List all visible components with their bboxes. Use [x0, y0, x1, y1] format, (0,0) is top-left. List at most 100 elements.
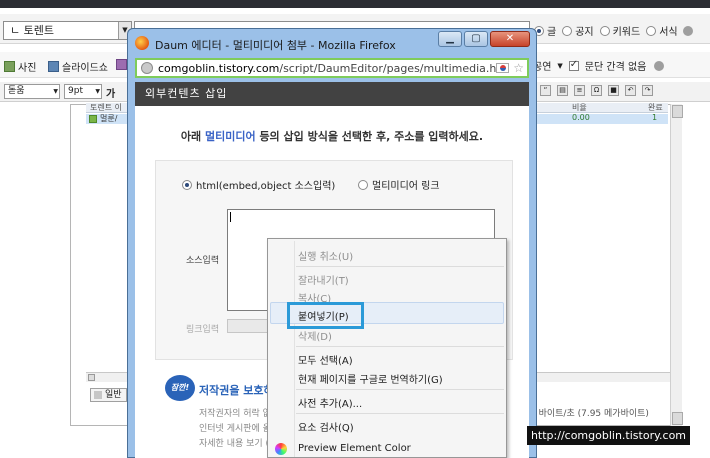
minimize-button[interactable]: ▁ — [438, 31, 462, 47]
radio-label: 공지 — [575, 27, 594, 38]
paragraph-spacing-checkbox[interactable] — [568, 59, 579, 71]
radio-label: 키워드 — [612, 27, 641, 38]
photo-label: 사진 — [18, 63, 37, 74]
menu-item-cut[interactable]: 잘라내기(T) — [298, 272, 349, 287]
radio-link-label: 멀티미디어 링크 — [372, 181, 440, 192]
radio-html-source[interactable]: html(embed,object 소스입력) — [182, 177, 335, 192]
slideshow-icon — [48, 61, 59, 72]
menu-item-preview-color[interactable]: Preview Element Color — [298, 443, 411, 454]
font-select[interactable]: 돋움 ▼ — [4, 84, 60, 99]
transfer-status: 0 바이트/초 (7.95 메가바이트) — [530, 409, 649, 419]
status-icon — [89, 115, 97, 123]
undo-icon[interactable]: ↶ — [625, 85, 636, 96]
column-header[interactable]: 토렌트 이 — [90, 102, 122, 113]
firefox-logo-icon — [135, 36, 149, 50]
instruction-post: 등의 삽입 방식을 선택한 후, 주소를 입력하세요. — [255, 130, 484, 143]
window-controls: ▁ ▢ ✕ — [438, 31, 530, 47]
menu-item-translate[interactable]: 현재 페이지를 구글로 번역하기(G) — [298, 371, 443, 386]
chevron-down-icon: ▼ — [53, 88, 58, 95]
close-button[interactable]: ✕ — [490, 31, 530, 47]
photo-icon — [4, 61, 15, 72]
link-input-label: 링크입력 — [186, 325, 220, 335]
font-select-value: 돋움 — [8, 86, 25, 96]
radio-dot-icon — [599, 25, 610, 36]
radio-keyword[interactable]: 키워드 — [599, 23, 641, 38]
line-icon[interactable]: ≡ — [574, 85, 585, 96]
radio-dot-icon — [182, 179, 192, 190]
cell-ratio: 0.00 — [572, 113, 590, 122]
radio-label: 서식 — [659, 27, 678, 38]
photo-button[interactable]: 사진 — [4, 59, 36, 74]
maximize-button[interactable]: ▢ — [464, 31, 488, 47]
post-type-radios: 글 공지 키워드 서식 — [534, 23, 693, 38]
url-bar[interactable]: comgoblin.tistory.com/script/DaumEditor/… — [135, 58, 529, 78]
radio-media-link[interactable]: 멀티미디어 링크 — [358, 177, 440, 192]
copyright-detail-link[interactable]: 자세한 내용 보기 ( — [199, 436, 269, 449]
korea-flag-icon[interactable] — [496, 63, 510, 73]
menu-item-inspect[interactable]: 요소 검사(Q) — [298, 419, 354, 434]
radio-dot-icon — [646, 25, 657, 36]
menu-separator — [296, 266, 504, 267]
help-icon[interactable] — [682, 25, 693, 36]
globe-icon — [141, 62, 153, 74]
bold-button[interactable]: 가 — [106, 85, 115, 100]
save-icon[interactable]: ■ — [608, 85, 619, 96]
radio-template[interactable]: 서식 — [646, 23, 693, 38]
format-toolbar-right: “ ▤ ≡ Ω ■ ↶ ↷ — [540, 85, 653, 96]
redo-icon[interactable]: ↷ — [642, 85, 653, 96]
top-dark-bar — [0, 0, 710, 8]
table-icon[interactable]: ▤ — [557, 85, 568, 96]
menu-item-undo[interactable]: 실행 취소(U) — [298, 248, 353, 263]
menu-item-add-dictionary[interactable]: 사전 추가(A)... — [298, 395, 362, 410]
cell-name: 멀룬/ — [100, 114, 118, 123]
toolbar-button[interactable] — [116, 59, 127, 70]
url-text[interactable]: comgoblin.tistory.com/script/DaumEditor/… — [158, 62, 496, 75]
bookmark-star-icon[interactable]: ☆ — [513, 61, 524, 75]
copyright-title: 저작권을 보호하 — [199, 384, 274, 397]
instruction-pre: 아래 — [180, 130, 205, 143]
help-icon[interactable] — [654, 60, 665, 71]
media-icon — [116, 59, 127, 70]
menu-separator — [296, 413, 504, 414]
radio-html-label: html(embed,object 소스입력) — [196, 181, 336, 192]
color-wheel-icon — [275, 443, 287, 455]
radio-post[interactable]: 글 — [534, 23, 556, 38]
menu-item-select-all[interactable]: 모두 선택(A) — [298, 352, 353, 367]
chevron-left-icon[interactable] — [88, 374, 95, 381]
cell-complete: 1 — [652, 113, 658, 122]
size-select-value: 9pt — [68, 86, 83, 96]
menu-separator — [296, 389, 504, 390]
general-tab-button[interactable]: 일반 — [90, 388, 127, 402]
menu-separator — [296, 346, 504, 347]
slideshow-label: 슬라이드쇼 — [62, 63, 108, 74]
category-select-value: ㄴ 토렌트 — [10, 24, 54, 37]
column-header[interactable]: 비율 — [572, 102, 587, 113]
size-select[interactable]: 9pt ▼ — [64, 84, 102, 99]
toolbar-right-group: 공연 ▼ 문단 간격 없음 — [533, 58, 665, 73]
scrollbar[interactable] — [670, 104, 683, 426]
copyright-line: 저작권자의 허락 없 — [199, 409, 271, 419]
radio-label: 글 — [547, 27, 557, 38]
menu-gutter — [294, 241, 295, 457]
window-title: Daum 에디터 - 멀티미디어 첨부 - Mozilla Firefox — [155, 39, 396, 52]
url-host: comgoblin.tistory.com — [158, 61, 280, 75]
window-titlebar[interactable]: Daum 에디터 - 멀티미디어 첨부 - Mozilla Firefox ▁ … — [128, 29, 536, 57]
radio-dot-icon — [358, 179, 368, 190]
url-path: /script/DaumEditor/pages/multimedia.html — [279, 61, 497, 75]
instruction-highlight: 멀티미디어 — [205, 130, 256, 143]
special-char-icon[interactable]: Ω — [591, 85, 602, 96]
context-menu: 실행 취소(U) 잘라내기(T) 복사(C) 붙여넣기(P) 삭제(D) 모두 … — [267, 238, 507, 458]
category-select[interactable]: ㄴ 토렌트 ▼ — [3, 21, 132, 40]
menu-item-delete[interactable]: 삭제(D) — [298, 328, 332, 343]
copyright-badge-icon: 잠깐! — [165, 375, 195, 401]
paragraph-spacing-label: 문단 간격 없음 — [584, 62, 647, 73]
chevron-down-icon[interactable]: ▼ — [557, 62, 562, 70]
source-input-label: 소스입력 — [186, 256, 220, 266]
panel-header: 외부컨텐츠 삽입 — [135, 82, 529, 106]
quote-icon[interactable]: “ — [540, 85, 551, 96]
copyright-line: 인터넷 게시판에 올 — [199, 424, 271, 434]
radio-notice[interactable]: 공지 — [562, 23, 594, 38]
slideshow-button[interactable]: 슬라이드쇼 — [48, 59, 108, 74]
chevron-down-icon: ▼ — [95, 88, 100, 95]
watermark-url: http://comgoblin.tistory.com — [527, 426, 690, 445]
